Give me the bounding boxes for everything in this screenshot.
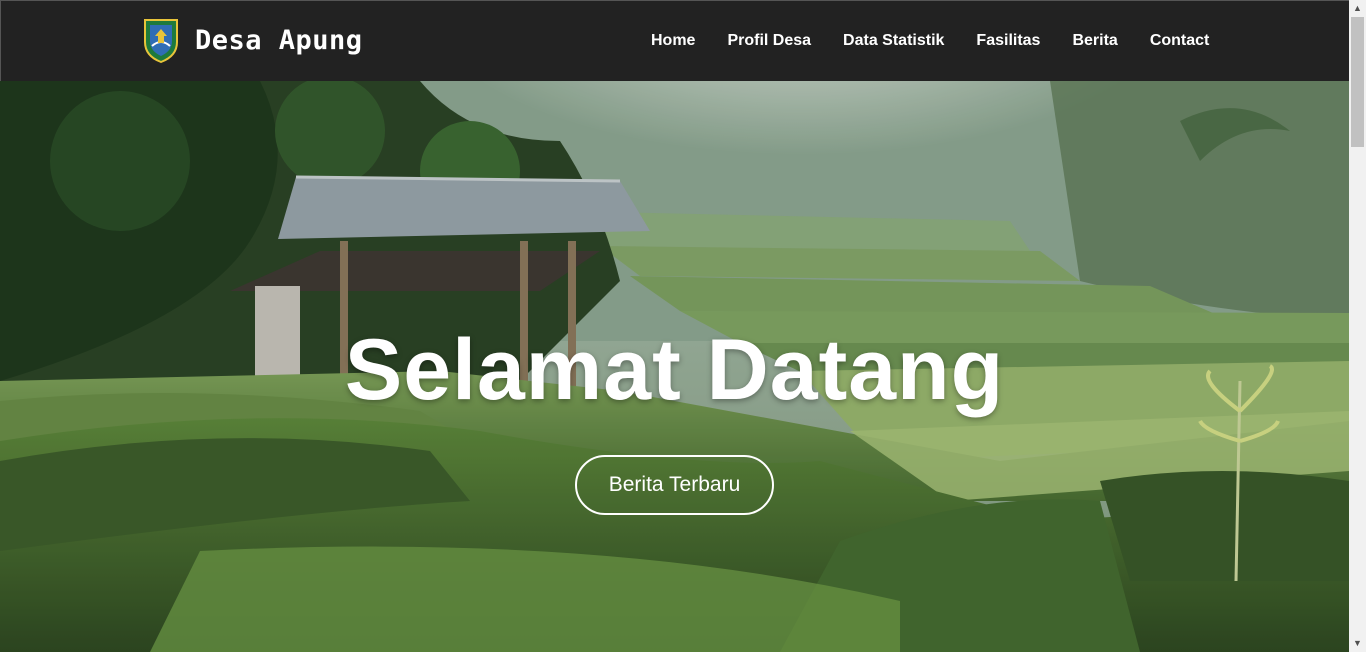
nav-contact[interactable]: Contact [1150,32,1210,50]
page-scrollbar[interactable]: ▲ ▼ [1349,0,1366,652]
navbar: Desa Apung Home Profil Desa Data Statist… [0,0,1349,81]
scroll-up-arrow-icon[interactable]: ▲ [1349,0,1366,17]
hero-title: Selamat Datang [344,322,1005,418]
scroll-down-arrow-icon[interactable]: ▼ [1349,635,1366,652]
nav-data-statistik[interactable]: Data Statistik [843,32,944,50]
nav-home[interactable]: Home [651,32,695,50]
main-nav: Home Profil Desa Data Statistik Fasilita… [651,32,1241,50]
brand-name: Desa Apung [195,24,363,56]
village-emblem-icon [144,19,178,64]
nav-fasilitas[interactable]: Fasilitas [976,32,1040,50]
nav-berita[interactable]: Berita [1072,32,1117,50]
latest-news-button[interactable]: Berita Terbaru [575,455,774,515]
scrollbar-thumb[interactable] [1351,17,1364,147]
nav-profil-desa[interactable]: Profil Desa [727,32,811,50]
hero-banner: Selamat Datang Berita Terbaru [0,81,1349,652]
brand[interactable]: Desa Apung [141,16,363,64]
